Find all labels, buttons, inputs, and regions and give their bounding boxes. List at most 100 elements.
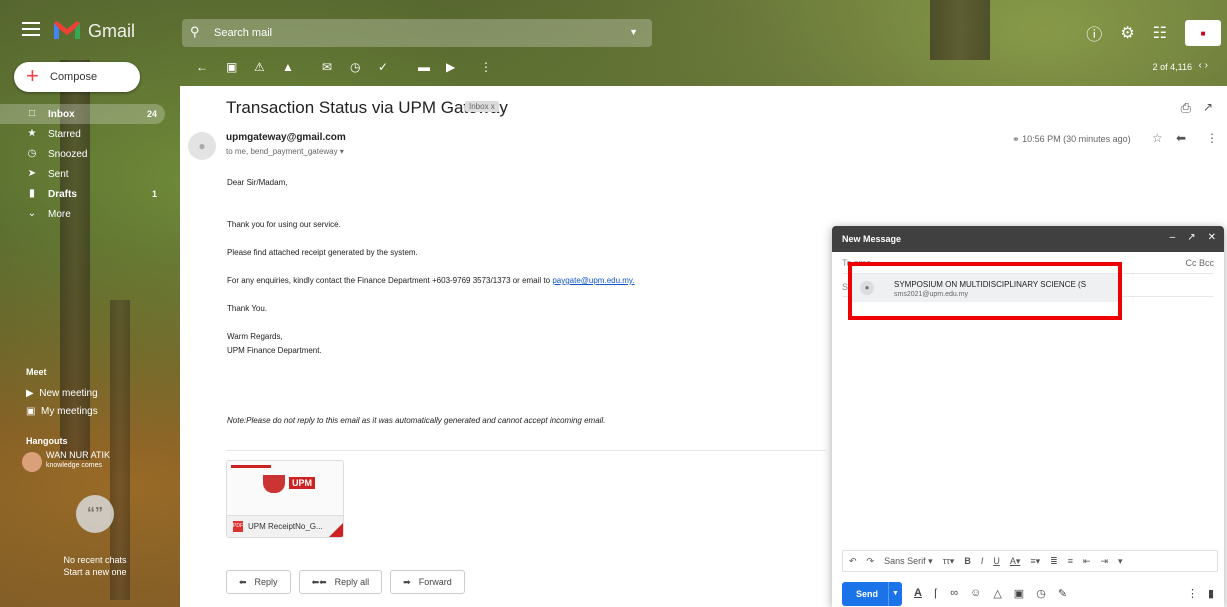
calendar-icon: ▣	[26, 406, 36, 417]
star-icon[interactable]: ☆	[1152, 131, 1163, 145]
font-select[interactable]: Sans Serif ▾	[884, 556, 933, 567]
text-color-icon[interactable]: A▾	[1010, 556, 1021, 567]
email-link[interactable]: paygate@upm.edu.my.	[552, 276, 634, 285]
new-meeting-link[interactable]: ▶ New meeting	[26, 388, 98, 399]
insert-link-icon[interactable]: ∞	[950, 587, 958, 600]
insert-photo-icon[interactable]: ▣	[1014, 587, 1024, 600]
more-formatting-icon[interactable]: ▾	[1118, 556, 1123, 567]
body-line-3: For any enquiries, kindly contact the Fi…	[227, 276, 635, 285]
italic-icon[interactable]: I	[981, 556, 984, 566]
print-icon[interactable]: ⎙	[1181, 100, 1191, 116]
attachment-indicator-icon: ⚭	[1012, 134, 1020, 144]
reply-label: Reply	[254, 577, 278, 587]
snooze-icon[interactable]: ◷	[350, 60, 360, 74]
sidebar-item-more[interactable]: ⌄ More	[0, 204, 165, 224]
compose-title: New Message	[842, 234, 902, 244]
close-icon[interactable]: ✕	[1208, 232, 1216, 243]
bold-icon[interactable]: B	[964, 556, 971, 566]
send-icon: ➤	[27, 168, 37, 179]
numbered-list-icon[interactable]: ≣	[1050, 556, 1058, 567]
undo-icon[interactable]: ↶	[849, 556, 857, 567]
reply-actions: ⬅ Reply ⬅⬅ Reply all ➡ Forward	[226, 570, 465, 594]
body-note: Note:Please do not reply to this email a…	[227, 416, 606, 425]
gmail-logo-icon[interactable]	[53, 20, 81, 40]
no-chats-message: No recent chats Start a new one	[40, 554, 150, 578]
minimize-icon[interactable]: –	[1170, 232, 1176, 243]
forward-button[interactable]: ➡ Forward	[390, 570, 465, 594]
inbox-label-chip[interactable]: Inbox x	[465, 101, 499, 112]
font-select-value: Sans Serif	[884, 555, 926, 566]
reply-icon[interactable]: ⬅	[1176, 131, 1186, 145]
more-options-icon[interactable]: ⋮	[1206, 131, 1218, 145]
emoji-icon[interactable]: ☺	[970, 587, 981, 600]
account-avatar[interactable]: ■	[1185, 20, 1221, 46]
email-timestamp: ⚭ 10:56 PM (30 minutes ago)	[1012, 134, 1131, 145]
align-icon[interactable]: ≡▾	[1030, 556, 1040, 567]
send-options-icon[interactable]: ▼	[888, 582, 902, 606]
redo-icon[interactable]: ↷	[867, 556, 875, 567]
label-icon[interactable]: ▶	[446, 60, 455, 74]
recipient-line[interactable]: to me, bend_payment_gateway ▾	[226, 147, 344, 156]
compose-window-controls: – ↗ ✕	[1170, 232, 1216, 243]
attachment-filename: UPM ReceiptNo_G...	[248, 522, 323, 531]
open-new-window-icon[interactable]: ↗	[1203, 100, 1213, 114]
my-meetings-link[interactable]: ▣ My meetings	[26, 406, 98, 417]
details-dropdown-icon[interactable]: ▾	[340, 147, 344, 156]
attach-file-icon[interactable]: ⌈	[934, 587, 938, 600]
divider	[226, 450, 826, 451]
pdf-icon: PDF	[233, 521, 243, 532]
sidebar-item-inbox[interactable]: □ Inbox 24	[0, 104, 165, 124]
help-icon[interactable]: ⓘ	[1086, 21, 1102, 45]
discard-draft-icon[interactable]: ▮	[1208, 587, 1214, 600]
bulleted-list-icon[interactable]: ≡	[1068, 556, 1073, 566]
settings-gear-icon[interactable]: ⚙	[1120, 23, 1134, 43]
compose-button[interactable]: + Compose	[14, 62, 140, 92]
start-new-chat-link[interactable]: Start a new one	[40, 566, 150, 578]
formatting-options-icon[interactable]: A	[914, 587, 922, 600]
sidebar-item-label: More	[48, 209, 71, 220]
compose-header[interactable]: New Message – ↗ ✕	[832, 226, 1224, 252]
avatar	[22, 452, 42, 472]
body-line-3-text: For any enquiries, kindly contact the Fi…	[227, 276, 553, 285]
font-size-icon[interactable]: ττ▾	[943, 556, 955, 567]
annotation-highlight-box	[848, 262, 1122, 320]
search-bar[interactable]: ⚲ Search mail ▼	[182, 19, 652, 47]
indent-less-icon[interactable]: ⇤	[1083, 556, 1091, 567]
signature-icon[interactable]: ✎	[1058, 587, 1067, 600]
fullscreen-icon[interactable]: ↗	[1187, 232, 1195, 243]
search-options-icon[interactable]: ▼	[629, 27, 638, 37]
move-to-icon[interactable]: ▬	[418, 60, 430, 74]
add-task-icon[interactable]: ✓	[378, 60, 388, 74]
sidebar-item-sent[interactable]: ➤ Sent	[0, 164, 165, 184]
hangouts-user[interactable]: WAN NUR ATIK knowledge comes	[22, 448, 162, 474]
cc-bcc-link[interactable]: Cc Bcc	[1185, 258, 1214, 268]
star-icon: ★	[27, 128, 37, 139]
sidebar-item-snoozed[interactable]: ◷ Snoozed	[0, 144, 165, 164]
archive-icon[interactable]: ▣	[226, 60, 237, 74]
delete-icon[interactable]: ▲	[282, 60, 294, 74]
send-button[interactable]: Send ▼	[842, 582, 902, 606]
back-arrow-icon[interactable]: ←	[196, 60, 208, 74]
confidential-mode-icon[interactable]: ◷	[1036, 587, 1046, 600]
reply-all-button[interactable]: ⬅⬅ Reply all	[298, 570, 383, 594]
hangouts-user-status: knowledge comes	[46, 462, 103, 469]
underline-icon[interactable]: U	[993, 556, 1000, 566]
pager-nav-icon[interactable]: ‹ ›	[1199, 60, 1208, 71]
attachment-card[interactable]: UPM PDF UPM ReceiptNo_G...	[226, 460, 344, 538]
mark-unread-icon[interactable]: ✉	[322, 60, 332, 74]
more-actions-icon[interactable]: ⋮	[480, 60, 492, 74]
report-spam-icon[interactable]: ⚠	[254, 60, 265, 74]
reply-button[interactable]: ⬅ Reply	[226, 570, 291, 594]
sidebar-item-starred[interactable]: ★ Starred	[0, 124, 165, 144]
main-menu-icon[interactable]	[22, 22, 40, 36]
sidebar-item-drafts[interactable]: ▮ Drafts 1	[0, 184, 165, 204]
reply-all-label: Reply all	[334, 577, 370, 587]
apps-grid-icon[interactable]: ☷	[1153, 23, 1167, 43]
search-input[interactable]: Search mail	[214, 27, 272, 39]
video-camera-icon: ▶	[26, 388, 34, 399]
message-toolbar: ← ▣ ⚠ ▲ ✉ ◷ ✓ ▬ ▶ ⋮ 2 of 4,116 ‹ ›	[182, 55, 1222, 81]
more-options-icon[interactable]: ⋮	[1187, 587, 1198, 600]
drive-icon[interactable]: △	[993, 587, 1001, 600]
indent-more-icon[interactable]: ⇥	[1101, 556, 1109, 567]
search-icon[interactable]: ⚲	[190, 24, 200, 40]
